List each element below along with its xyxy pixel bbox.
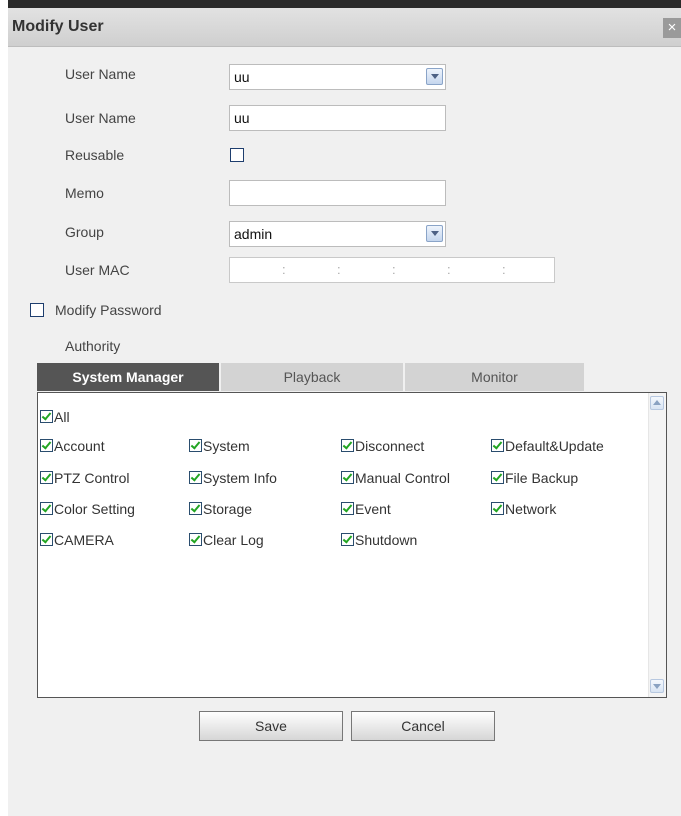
permission-color-setting[interactable]: Color Setting (40, 501, 135, 519)
user-name-select[interactable]: uu (229, 64, 446, 90)
modify-user-dialog: Modify User × User Name uu User Name uu … (8, 8, 681, 816)
permission-default-update[interactable]: Default&Update (491, 438, 604, 456)
permission-label: System (203, 438, 250, 454)
checkmark-icon[interactable] (40, 502, 53, 515)
checkmark-icon[interactable] (40, 471, 53, 484)
checkmark-icon[interactable] (341, 533, 354, 546)
user-name-value: uu (234, 110, 250, 126)
permission-label: Manual Control (355, 470, 450, 486)
mac-separator: : (282, 262, 286, 277)
vertical-scrollbar[interactable] (648, 393, 666, 697)
user-name-select-value: uu (234, 69, 250, 85)
dialog-title-bar: Modify User × (8, 8, 681, 47)
checkmark-icon[interactable] (491, 471, 504, 484)
group-select[interactable]: admin (229, 221, 446, 247)
permission-clear-log[interactable]: Clear Log (189, 532, 264, 550)
checkmark-icon[interactable] (40, 439, 53, 452)
scroll-up-icon[interactable] (650, 396, 664, 410)
checkmark-icon[interactable] (40, 533, 53, 546)
checkmark-icon[interactable] (189, 502, 202, 515)
permission-event[interactable]: Event (341, 501, 391, 519)
modify-password-label[interactable]: Modify Password (55, 302, 162, 318)
chevron-down-icon[interactable] (426, 225, 443, 242)
permission-label: Network (505, 501, 557, 517)
user-name-label: User Name (65, 110, 136, 126)
save-button[interactable]: Save (199, 711, 343, 741)
checkmark-icon[interactable] (189, 533, 202, 546)
dialog-title: Modify User (12, 18, 104, 35)
permission-ptz-control[interactable]: PTZ Control (40, 470, 129, 488)
checkmark-icon[interactable] (491, 439, 504, 452)
permission-label: PTZ Control (54, 470, 130, 486)
permission-label: Disconnect (355, 438, 425, 454)
permission-network[interactable]: Network (491, 501, 556, 519)
modify-password-checkbox[interactable] (30, 303, 44, 317)
mac-separator: : (502, 262, 506, 277)
window-top-border (8, 0, 681, 8)
permission-system-info[interactable]: System Info (189, 470, 277, 488)
permission-label: All (54, 409, 70, 425)
permission-label: File Backup (505, 470, 579, 486)
permission-label: Clear Log (203, 532, 264, 548)
mac-separator: : (392, 262, 396, 277)
permission-shutdown[interactable]: Shutdown (341, 532, 417, 550)
permission-all[interactable]: All (40, 409, 70, 427)
mac-separator: : (447, 262, 451, 277)
cancel-button[interactable]: Cancel (351, 711, 495, 741)
checkmark-icon[interactable] (341, 471, 354, 484)
permission-disconnect[interactable]: Disconnect (341, 438, 424, 456)
permission-label: Color Setting (54, 501, 135, 517)
permission-label: Event (355, 501, 391, 517)
permission-label: Shutdown (355, 532, 418, 548)
checkmark-icon[interactable] (40, 410, 53, 423)
checkmark-icon[interactable] (491, 502, 504, 515)
permission-label: Storage (203, 501, 253, 517)
permission-system[interactable]: System (189, 438, 250, 456)
checkmark-icon[interactable] (341, 439, 354, 452)
tab-monitor[interactable]: Monitor (405, 363, 584, 391)
mac-separator: : (337, 262, 341, 277)
permission-camera[interactable]: CAMERA (40, 532, 114, 550)
checkmark-icon[interactable] (189, 439, 202, 452)
group-label: Group (65, 224, 104, 240)
scroll-down-icon[interactable] (650, 679, 664, 693)
chevron-down-icon[interactable] (426, 68, 443, 85)
permission-storage[interactable]: Storage (189, 501, 252, 519)
permission-label: Account (54, 438, 105, 454)
reusable-label: Reusable (65, 147, 125, 163)
user-mac-input[interactable]: : : : : : (229, 257, 555, 283)
permission-manual-control[interactable]: Manual Control (341, 470, 450, 488)
authority-label: Authority (65, 338, 121, 354)
close-icon[interactable]: × (663, 18, 681, 38)
checkmark-icon[interactable] (189, 471, 202, 484)
permission-panel: All Account System Disconnect Default&Up… (37, 392, 667, 698)
memo-label: Memo (65, 185, 104, 201)
user-name-select-label: User Name (65, 66, 136, 82)
tab-system-manager[interactable]: System Manager (37, 363, 219, 391)
permission-label: CAMERA (54, 532, 114, 548)
permission-account[interactable]: Account (40, 438, 105, 456)
user-mac-label: User MAC (65, 262, 130, 278)
user-name-input[interactable]: uu (229, 105, 446, 131)
checkmark-icon[interactable] (341, 502, 354, 515)
memo-input[interactable] (229, 180, 446, 206)
permission-label: Default&Update (505, 438, 604, 454)
tab-playback[interactable]: Playback (221, 363, 403, 391)
permission-file-backup[interactable]: File Backup (491, 470, 578, 488)
group-select-value: admin (234, 226, 273, 242)
reusable-checkbox[interactable] (230, 148, 244, 162)
permission-label: System Info (203, 470, 277, 486)
